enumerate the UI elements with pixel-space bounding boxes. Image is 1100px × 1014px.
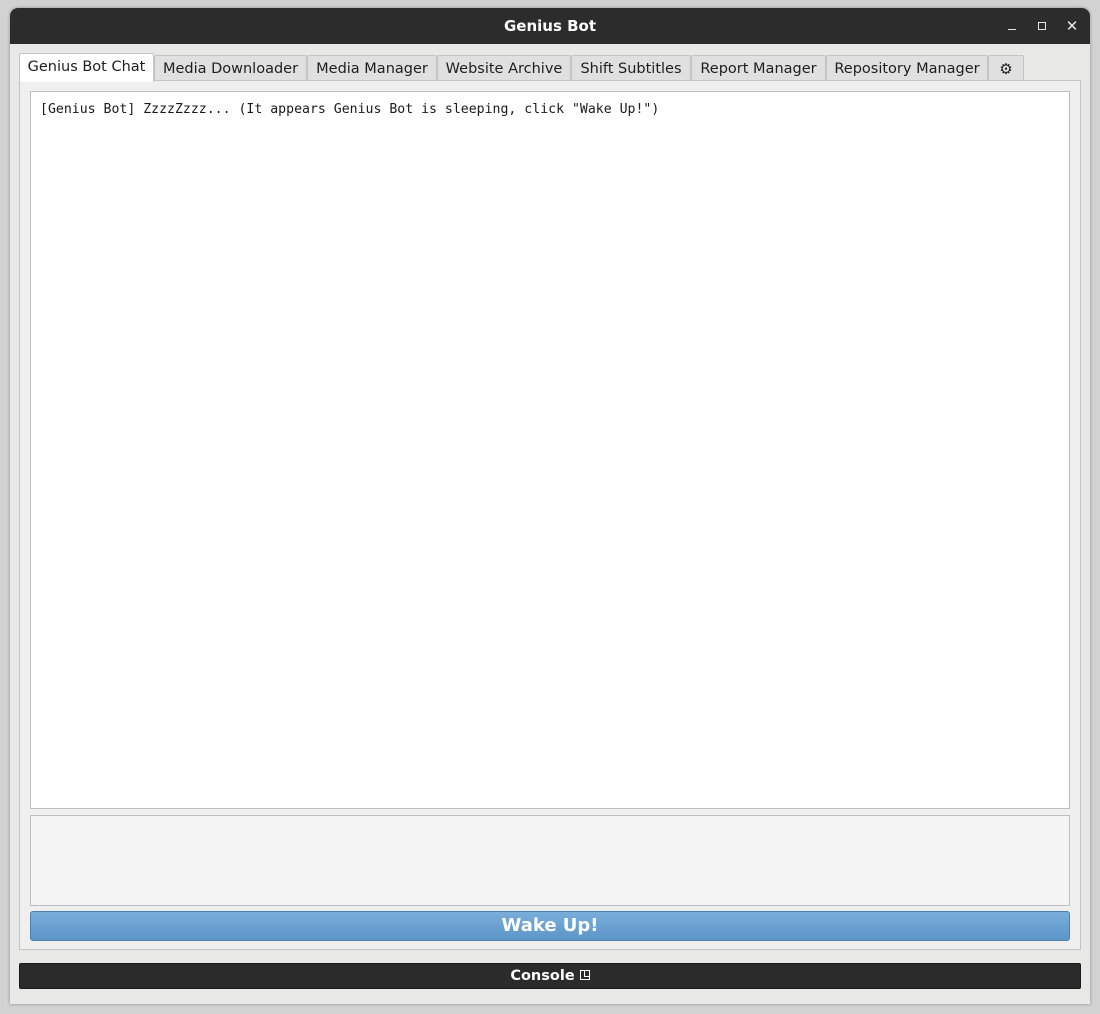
chat-panel: [Genius Bot] ZzzzZzzz... (It appears Gen… [19,80,1081,950]
tab-genius-bot-chat[interactable]: Genius Bot Chat [19,53,154,82]
tab-shift-subtitles[interactable]: Shift Subtitles [571,55,691,82]
title-bar[interactable]: Genius Bot ✕ [10,8,1090,44]
dock-icon [579,970,590,980]
window-title: Genius Bot [503,17,597,35]
close-button[interactable]: ✕ [1057,8,1087,44]
tab-repository-manager[interactable]: Repository Manager [826,55,988,82]
minimize-button[interactable] [997,8,1027,44]
tab-report-manager[interactable]: Report Manager [691,55,826,82]
tab-bar: Genius Bot Chat Media Downloader Media M… [19,53,1081,82]
maximize-icon [1038,22,1046,30]
close-icon: ✕ [1065,17,1079,35]
chat-input[interactable] [30,815,1070,906]
tab-website-archive[interactable]: Website Archive [437,55,571,82]
maximize-button[interactable] [1027,8,1057,44]
wake-up-button[interactable]: Wake Up! [30,911,1070,941]
console-toggle-button[interactable]: Console [19,963,1081,989]
tab-media-downloader[interactable]: Media Downloader [154,55,307,82]
tab-media-manager[interactable]: Media Manager [307,55,437,82]
chat-log[interactable]: [Genius Bot] ZzzzZzzz... (It appears Gen… [30,91,1070,809]
console-label: Console [510,968,575,984]
app-window: Genius Bot ✕ Genius Bot Chat Media Downl… [10,8,1090,1004]
tab-settings[interactable]: ⚙ [988,55,1024,82]
gear-icon: ⚙ [999,60,1013,78]
minimize-icon [1008,28,1016,30]
